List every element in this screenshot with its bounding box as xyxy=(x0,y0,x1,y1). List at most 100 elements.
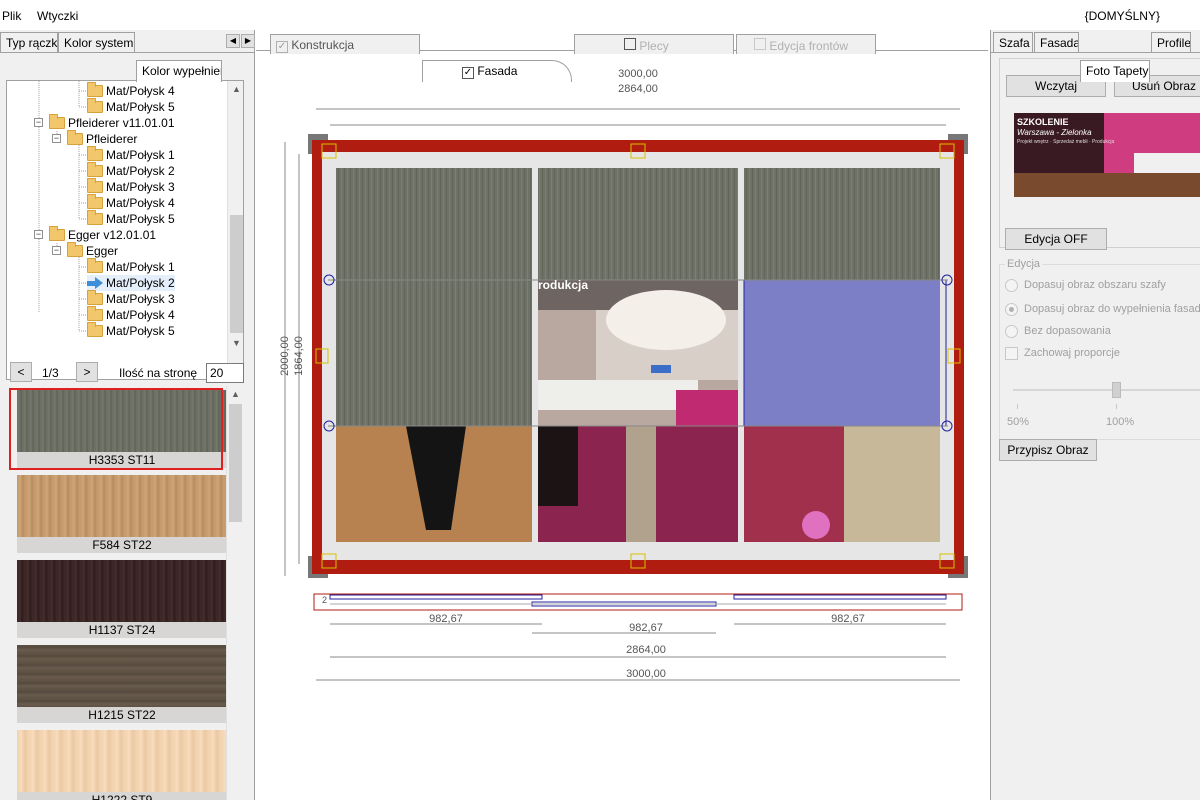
folder-icon xyxy=(87,82,103,97)
checkbox-icon[interactable]: ✓ xyxy=(462,67,474,79)
folder-icon xyxy=(87,258,103,273)
tree-scrollbar[interactable]: ▲ ▼ xyxy=(227,81,243,379)
folder-icon xyxy=(87,178,103,193)
page-indicator: 1/3 xyxy=(42,366,59,380)
folder-icon xyxy=(87,146,103,161)
checkbox-icon[interactable]: ✓ xyxy=(276,41,288,53)
per-page-input[interactable]: 20 xyxy=(206,363,244,383)
color-tree[interactable]: Mat/Połysk 4 Mat/Połysk 5 − Pfleiderer v… xyxy=(6,80,244,380)
tree-item[interactable]: Pfleiderer v11.01.01 xyxy=(49,114,175,131)
dim-total-width-bottom: 3000,00 xyxy=(626,668,666,680)
facade-panel[interactable] xyxy=(336,280,532,426)
zoom-slider-track[interactable] xyxy=(1013,389,1200,391)
scroll-thumb[interactable] xyxy=(229,404,242,522)
wardrobe-drawing[interactable] xyxy=(256,60,988,720)
scroll-down-icon[interactable]: ▼ xyxy=(228,335,243,352)
dim-total-height: 2000,00 xyxy=(279,336,291,376)
tab-back[interactable]: Plecy xyxy=(574,34,734,54)
tab-scroll-left-button[interactable]: ◀ xyxy=(226,34,240,48)
tree-item[interactable]: Mat/Połysk 4 xyxy=(87,82,175,99)
prev-page-button[interactable]: < xyxy=(10,362,32,382)
tree-item[interactable]: Egger xyxy=(67,242,118,259)
door-count: 2 xyxy=(322,595,328,605)
swatch-texture xyxy=(17,645,227,707)
tree-item[interactable]: Mat/Połysk 3 xyxy=(87,178,175,195)
tree-item[interactable]: Egger v12.01.01 xyxy=(49,226,156,243)
edit-group-label: Edycja xyxy=(1005,258,1043,270)
tab-profiles[interactable]: Profile xyxy=(1151,32,1191,52)
zoom-mid-label: 100% xyxy=(1106,416,1135,428)
tab-fill-color[interactable]: Kolor wypełnień xyxy=(136,60,222,82)
tree-item[interactable]: Mat/Połysk 1 xyxy=(87,258,175,275)
collapse-icon[interactable]: − xyxy=(34,118,43,127)
menu-bar: Plik Wtyczki {DOMYŚLNY} xyxy=(0,0,1200,30)
swatch-code: F584 ST22 xyxy=(17,537,227,553)
tree-item[interactable]: Pfleiderer xyxy=(67,130,137,147)
next-page-button[interactable]: > xyxy=(76,362,98,382)
door-rail xyxy=(733,594,947,600)
photo-settings-panel: Wczytaj Usuń Obraz SZKOLENIE Warszawa - … xyxy=(999,58,1200,248)
collapse-icon[interactable]: − xyxy=(52,246,61,255)
tree-item[interactable]: Mat/Połysk 3 xyxy=(87,290,175,307)
assign-image-button[interactable]: Przypisz Obraz xyxy=(999,439,1097,461)
menu-file[interactable]: Plik xyxy=(2,9,21,23)
checkbox-icon[interactable] xyxy=(754,38,766,50)
tab-front-editing[interactable]: Edycja frontów xyxy=(736,34,876,54)
scroll-up-icon[interactable]: ▲ xyxy=(227,386,244,403)
swatch-item[interactable]: F584 ST22 xyxy=(17,475,227,553)
swatch-scrollbar[interactable]: ▲ xyxy=(226,386,243,800)
swatch-texture xyxy=(17,560,227,622)
fit-area-radio[interactable] xyxy=(1005,279,1018,292)
scroll-thumb[interactable] xyxy=(230,215,243,333)
swatch-item[interactable]: H1222 ST9 xyxy=(17,730,227,800)
tree-item[interactable]: Mat/Połysk 2 xyxy=(87,162,175,179)
keep-ratio-checkbox[interactable] xyxy=(1005,347,1018,360)
tab-wardrobe[interactable]: Szafa xyxy=(993,32,1033,52)
zoom-min-label: 50% xyxy=(1007,416,1030,428)
tab-photo-wallpaper[interactable]: Foto Tapety xyxy=(1080,60,1150,82)
tree-item[interactable]: Mat/Połysk 5 xyxy=(87,322,175,339)
edit-toggle-button[interactable]: Edycja OFF xyxy=(1005,228,1107,250)
facade-panel[interactable] xyxy=(538,168,738,280)
swatch-code: H1215 ST22 xyxy=(17,707,227,723)
tree-item-selected[interactable]: Mat/Połysk 2 xyxy=(87,275,175,291)
tree-item[interactable]: Mat/Połysk 5 xyxy=(87,98,175,115)
menu-plugins[interactable]: Wtyczki xyxy=(37,9,78,23)
tree-item[interactable]: Mat/Połysk 5 xyxy=(87,210,175,227)
swatch-texture xyxy=(17,475,227,537)
tree-item[interactable]: Mat/Połysk 4 xyxy=(87,194,175,211)
scroll-up-icon[interactable]: ▲ xyxy=(228,81,243,98)
tab-handle-type[interactable]: Typ rączki xyxy=(0,32,58,52)
facade-panel[interactable] xyxy=(744,168,940,280)
facade-panel[interactable] xyxy=(336,168,532,280)
tab-divider xyxy=(0,52,255,53)
folder-icon xyxy=(67,130,83,145)
fit-area-label: Dopasuj obraz obszaru szafy xyxy=(1024,279,1166,291)
tab-facade[interactable]: ✓ Fasada xyxy=(422,60,572,82)
tab-construction[interactable]: ✓ Konstrukcja xyxy=(270,34,420,54)
collapse-icon[interactable]: − xyxy=(52,134,61,143)
tab-facade-settings[interactable]: Fasada xyxy=(1034,32,1079,52)
photo-overlay-text: rodukcja xyxy=(538,278,589,292)
preview-line: Projekt wnętrz · Sprzedaż mebli · Produk… xyxy=(1017,139,1115,145)
tree-item[interactable]: Mat/Połysk 4 xyxy=(87,306,175,323)
tree-item[interactable]: Mat/Połysk 1 xyxy=(87,146,175,163)
profile-selector[interactable]: {DOMYŚLNY} xyxy=(1085,9,1160,23)
fit-fill-radio[interactable] xyxy=(1005,303,1018,316)
checkbox-icon[interactable] xyxy=(624,38,636,50)
folder-icon xyxy=(87,210,103,225)
no-fit-label: Bez dopasowania xyxy=(1024,325,1111,337)
preview-subtitle: Warszawa - Zielonka xyxy=(1017,128,1092,137)
swatch-item[interactable]: H1137 ST24 xyxy=(17,560,227,638)
swatch-item[interactable]: H1215 ST22 xyxy=(17,645,227,723)
zoom-slider-thumb[interactable] xyxy=(1112,382,1121,398)
tab-system-color[interactable]: Kolor systemu xyxy=(58,32,135,52)
selected-facade-panel[interactable] xyxy=(744,280,940,426)
tab-scroll-right-button[interactable]: ▶ xyxy=(241,34,255,48)
dim-door-3: 982,67 xyxy=(831,613,865,625)
collapse-icon[interactable]: − xyxy=(34,230,43,239)
no-fit-radio[interactable] xyxy=(1005,325,1018,338)
slider-tick xyxy=(1017,404,1018,409)
fit-fill-label: Dopasuj obraz do wypełnienia fasady xyxy=(1024,303,1200,315)
swatch-code: H1222 ST9 xyxy=(17,792,227,800)
